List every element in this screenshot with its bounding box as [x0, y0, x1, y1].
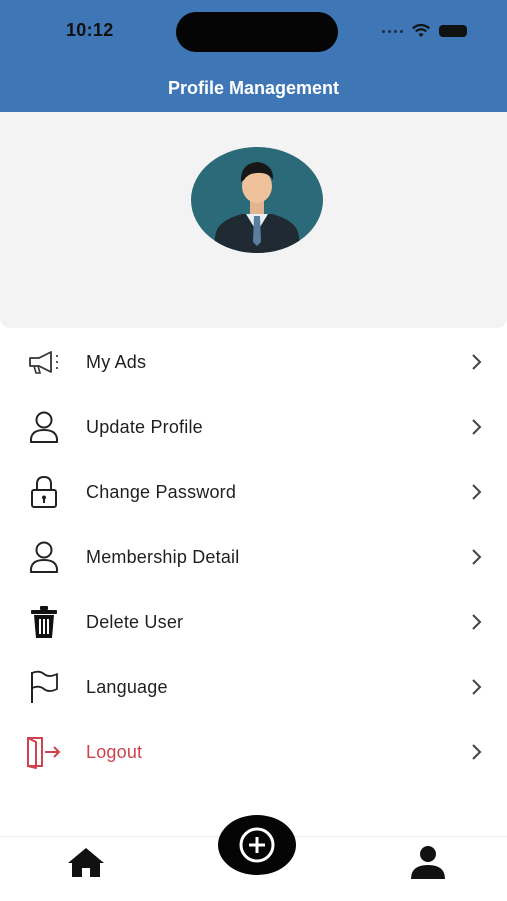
battery-icon	[439, 25, 467, 37]
menu-item-change-password[interactable]: Change Password	[0, 460, 507, 524]
add-button[interactable]	[218, 815, 296, 875]
status-time: 10:12	[66, 20, 114, 40]
chevron-right-icon	[472, 549, 482, 565]
user-icon	[24, 537, 64, 577]
menu-label: My Ads	[86, 351, 147, 372]
profile-icon[interactable]	[409, 844, 447, 880]
chevron-right-icon	[472, 679, 482, 695]
home-icon[interactable]	[66, 846, 106, 878]
trash-icon	[24, 602, 64, 642]
chevron-right-icon	[472, 744, 482, 760]
menu-label: Change Password	[86, 481, 237, 502]
menu-label: Language	[86, 676, 168, 697]
wifi-icon	[412, 24, 430, 37]
menu-item-language[interactable]: Language	[0, 655, 507, 719]
add-icon	[239, 827, 275, 863]
logout-icon	[24, 732, 64, 772]
menu-item-logout[interactable]: Logout	[0, 720, 507, 784]
chevron-right-icon	[472, 354, 482, 370]
avatar[interactable]	[190, 146, 324, 254]
user-icon	[24, 407, 64, 447]
menu-label: Membership Detail	[86, 546, 240, 567]
megaphone-icon	[24, 342, 64, 382]
chevron-right-icon	[472, 614, 482, 630]
lock-icon	[24, 472, 64, 512]
header-bar: 10:12 Profile Management	[0, 0, 507, 112]
status-icons	[382, 24, 467, 38]
menu-item-update-profile[interactable]: Update Profile	[0, 395, 507, 459]
menu-label: Update Profile	[86, 416, 203, 437]
menu-item-delete-user[interactable]: Delete User	[0, 590, 507, 654]
dynamic-island	[176, 12, 338, 52]
menu-item-membership-detail[interactable]: Membership Detail	[0, 525, 507, 589]
chevron-right-icon	[472, 484, 482, 500]
signal-icon	[382, 29, 403, 33]
menu-label: Logout	[86, 741, 143, 762]
menu-item-my-ads[interactable]: My Ads	[0, 330, 507, 394]
chevron-right-icon	[472, 419, 482, 435]
menu-label: Delete User	[86, 611, 184, 632]
flag-icon	[24, 667, 64, 707]
page-title: Profile Management	[167, 78, 340, 98]
